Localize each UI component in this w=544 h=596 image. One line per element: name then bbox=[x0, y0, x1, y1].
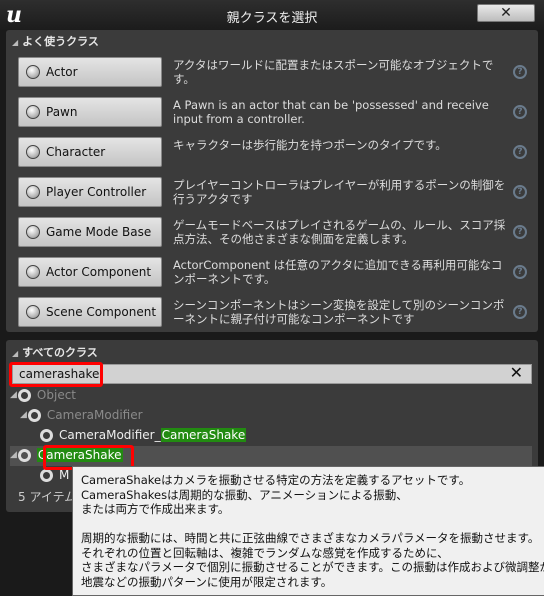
help-icon[interactable]: ? bbox=[513, 305, 527, 319]
class-icon bbox=[40, 468, 53, 482]
actor-component-icon bbox=[26, 265, 40, 279]
all-classes-header[interactable]: ◢ すべてのクラス bbox=[12, 344, 98, 360]
tree-item[interactable]: ◢ Object bbox=[10, 385, 76, 405]
close-button[interactable]: ✕ bbox=[477, 4, 535, 22]
class-description: ゲームモードベースはプレイされるゲームの、ルール、スコア採点方法、その他さまざま… bbox=[173, 218, 506, 246]
class-tooltip: CameraShakeはカメラを振動させる特定の方法を定義するアセットです。 C… bbox=[72, 466, 544, 596]
class-description: プレイヤーコントローラはプレイヤーが利用するポーンの制御を行うアクタです bbox=[173, 178, 506, 206]
title-bar: u 親クラスを選択 ✕ bbox=[0, 0, 544, 30]
search-match-highlight: CameraShake bbox=[160, 428, 247, 442]
annotation-box-search bbox=[9, 362, 103, 387]
help-icon[interactable]: ? bbox=[513, 265, 527, 279]
collapse-triangle-icon: ◢ bbox=[12, 349, 19, 358]
collapse-triangle-icon: ◢ bbox=[12, 38, 19, 47]
class-description: シーンコンポーネントはシーン変換を設定して別のシーンコンポーネントに親子付け可能… bbox=[173, 298, 505, 326]
player-controller-icon bbox=[26, 185, 40, 199]
class-icon bbox=[27, 408, 41, 422]
game-mode-icon bbox=[26, 225, 40, 239]
expand-triangle-icon[interactable]: ◢ bbox=[10, 390, 17, 400]
class-button-player-controller[interactable]: Player Controller bbox=[18, 177, 162, 207]
common-classes-header[interactable]: ◢ よく使うクラス bbox=[12, 33, 99, 49]
help-icon[interactable]: ? bbox=[513, 225, 527, 239]
class-icon bbox=[17, 448, 31, 462]
class-button-pawn[interactable]: Pawn bbox=[18, 97, 162, 127]
character-icon bbox=[26, 145, 40, 159]
class-button-game-mode-base[interactable]: Game Mode Base bbox=[18, 217, 162, 247]
help-icon[interactable]: ? bbox=[513, 105, 527, 119]
class-description: キャラクターは歩行能力を持つポーンのタイプです。 bbox=[173, 138, 447, 152]
help-icon[interactable]: ? bbox=[513, 185, 527, 199]
item-count: 5 アイテム bbox=[18, 489, 77, 504]
window-title: 親クラスを選択 bbox=[226, 11, 318, 26]
class-icon bbox=[40, 428, 53, 442]
class-button-actor-component[interactable]: Actor Component bbox=[18, 257, 162, 287]
help-icon[interactable]: ? bbox=[513, 145, 527, 159]
pawn-icon bbox=[26, 105, 40, 119]
class-button-actor[interactable]: Actor bbox=[18, 57, 162, 87]
expand-triangle-icon[interactable]: ◢ bbox=[20, 410, 27, 420]
scene-component-icon bbox=[26, 305, 40, 319]
class-icon bbox=[17, 388, 31, 402]
tree-item[interactable]: ◢ CameraModifier bbox=[20, 405, 143, 425]
class-description: A Pawn is an actor that can be 'possesse… bbox=[173, 98, 489, 126]
expand-triangle-icon[interactable]: ◢ bbox=[10, 450, 17, 460]
class-description: ActorComponent は任意のアクタに追加できる再利用可能なコンポーネン… bbox=[173, 258, 503, 286]
class-button-scene-component[interactable]: Scene Component bbox=[18, 297, 162, 327]
actor-sphere-icon bbox=[26, 65, 40, 79]
class-description: アクタはワールドに配置またはスポーン可能なオブジェクトです。 bbox=[173, 58, 494, 86]
help-icon[interactable]: ? bbox=[513, 65, 527, 79]
class-button-character[interactable]: Character bbox=[18, 137, 162, 167]
clear-search-icon[interactable]: ✕ bbox=[510, 364, 523, 382]
tree-item[interactable]: CameraModifier_ CameraShake bbox=[40, 425, 247, 445]
